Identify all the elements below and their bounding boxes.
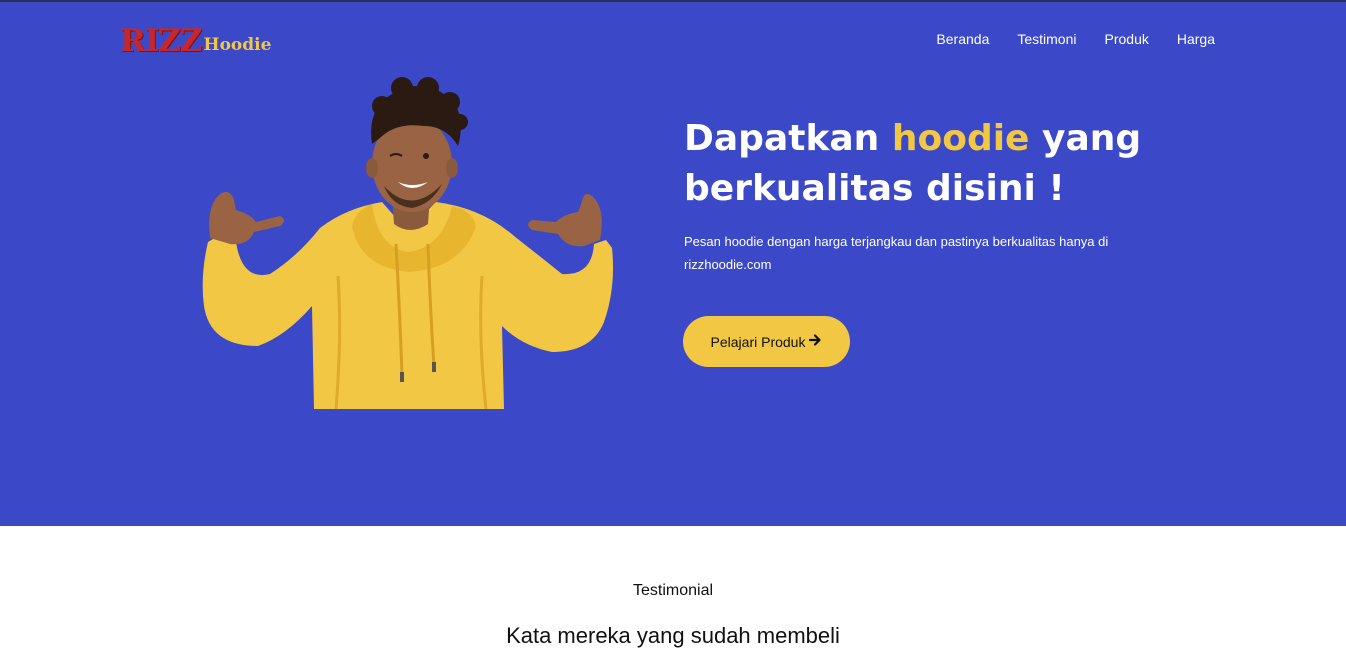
cta-label: Pelajari Produk	[710, 333, 806, 350]
testimonial-kicker: Testimonial	[632, 582, 714, 599]
hero-section: RIZZ Hoodie Beranda Testimoni Produk Har…	[0, 2, 1346, 526]
headline-part-1: Dapatkan	[684, 118, 892, 159]
learn-product-button[interactable]: Pelajari Produk	[683, 316, 850, 367]
logo-main-text: RIZZ	[120, 23, 203, 59]
hero-subtext: Pesan hoodie dengan harga terjangkau dan…	[684, 234, 1109, 272]
nav-item-beranda[interactable]: Beranda	[936, 30, 989, 48]
headline-highlight: hoodie	[891, 118, 1030, 159]
nav-item-testimoni[interactable]: Testimoni	[1017, 30, 1076, 48]
hero-headline: Dapatkan hoodie yang berkualitas disini …	[684, 114, 1204, 214]
arrow-right-icon	[809, 334, 822, 349]
nav-item-produk[interactable]: Produk	[1105, 30, 1149, 48]
hoodie-model-photo	[202, 77, 613, 410]
nav-item-harga[interactable]: Harga	[1177, 30, 1215, 48]
logo-sub-text: Hoodie	[203, 35, 272, 55]
brand-logo[interactable]: RIZZ Hoodie	[120, 23, 271, 57]
main-nav: Beranda Testimoni Produk Harga	[936, 30, 1215, 48]
testimonial-title: Kata mereka yang sudah membeli	[506, 623, 840, 648]
